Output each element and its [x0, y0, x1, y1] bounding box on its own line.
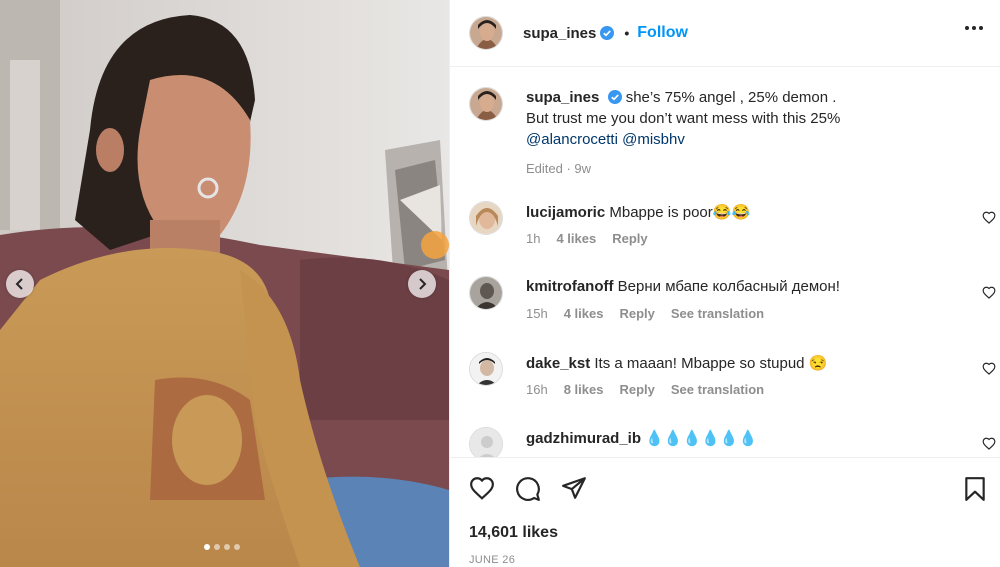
likes-count[interactable]: 14,601 likes	[469, 524, 558, 542]
comment-item: lucijamoric Mbappe is poor😂😂 1h 4 likes …	[469, 201, 996, 261]
commenter-avatar[interactable]	[469, 276, 503, 310]
heart-icon[interactable]	[982, 286, 996, 299]
caption-avatar[interactable]	[469, 87, 503, 121]
comment-text: 💧💧💧💧💧💧	[645, 430, 758, 447]
comment-time: 16h	[526, 382, 548, 397]
author-username[interactable]: supa_ines	[523, 25, 596, 42]
header-separator: •	[624, 25, 630, 41]
heart-icon[interactable]	[982, 211, 996, 224]
post-actions: 14,601 likes JUNE 26	[450, 457, 1000, 567]
chevron-right-icon	[419, 278, 427, 290]
comment-item: gadzhimurad_ib 💧💧💧💧💧💧	[469, 427, 996, 457]
carousel-dot	[234, 544, 240, 550]
comment-item: dake_kst Its a maaan! Mbappe so stupud 😒…	[469, 352, 996, 412]
comment-text: Mbappe is poor😂😂	[609, 204, 751, 221]
heart-icon[interactable]	[469, 476, 495, 500]
follow-button[interactable]: Follow	[637, 24, 688, 42]
comment-item: kmitrofanoff Верни мбапе колбасный демон…	[469, 276, 996, 336]
carousel-indicator	[204, 544, 240, 550]
comment-icon[interactable]	[515, 476, 541, 502]
verified-badge-icon	[600, 26, 615, 40]
bookmark-icon[interactable]	[964, 476, 986, 502]
post-header: supa_ines • Follow	[450, 0, 1000, 67]
comment-likes[interactable]: 8 likes	[564, 382, 604, 397]
reply-button[interactable]: Reply	[619, 382, 654, 397]
see-translation-button[interactable]: See translation	[671, 382, 764, 397]
photo-image	[0, 0, 449, 567]
caption-text-line1: she’s 75% angel , 25% demon .	[625, 89, 837, 106]
comment-text: Its a maaan! Mbappe so stupud 😒	[594, 355, 828, 372]
carousel-next-button[interactable]	[408, 270, 436, 298]
post-photo[interactable]	[0, 0, 449, 567]
commenter-avatar[interactable]	[469, 427, 503, 457]
comment-likes[interactable]: 4 likes	[564, 306, 604, 321]
reply-button[interactable]: Reply	[612, 231, 647, 246]
heart-icon[interactable]	[982, 362, 996, 375]
caption-mention-link[interactable]: @misbhv	[622, 131, 685, 148]
post-side-panel: supa_ines • Follow supa_ines she’s 75% a…	[449, 0, 1000, 567]
comment-username[interactable]: gadzhimurad_ib	[526, 430, 641, 447]
commenter-avatar[interactable]	[469, 352, 503, 386]
carousel-dot	[204, 544, 210, 550]
more-options-icon[interactable]	[965, 26, 983, 30]
caption-meta: Edited · 9w	[526, 161, 592, 176]
comment-username[interactable]: kmitrofanoff	[526, 278, 614, 295]
post-caption: supa_ines she’s 75% angel , 25% demon . …	[469, 87, 989, 179]
verified-badge-icon	[607, 90, 622, 104]
carousel-dot	[224, 544, 230, 550]
caption-mention-link[interactable]: @alancrocetti	[526, 131, 618, 148]
heart-icon[interactable]	[982, 437, 996, 450]
comments-list[interactable]: supa_ines she’s 75% angel , 25% demon . …	[450, 68, 1000, 457]
comment-likes[interactable]: 4 likes	[556, 231, 596, 246]
chevron-left-icon	[15, 278, 23, 290]
comment-username[interactable]: lucijamoric	[526, 204, 605, 221]
share-icon[interactable]	[561, 476, 587, 500]
comment-text: Верни мбапе колбасный демон!	[617, 278, 840, 295]
carousel-prev-button[interactable]	[6, 270, 34, 298]
caption-text-line2: But trust me you don’t want mess with th…	[526, 110, 841, 127]
comment-username[interactable]: dake_kst	[526, 355, 590, 372]
comment-time: 15h	[526, 306, 548, 321]
comment-time: 1h	[526, 231, 541, 246]
see-translation-button[interactable]: See translation	[671, 306, 764, 321]
carousel-dot	[214, 544, 220, 550]
reply-button[interactable]: Reply	[619, 306, 654, 321]
post-date: JUNE 26	[469, 554, 516, 566]
author-avatar[interactable]	[469, 16, 503, 50]
commenter-avatar[interactable]	[469, 201, 503, 235]
caption-username[interactable]: supa_ines	[526, 89, 599, 106]
